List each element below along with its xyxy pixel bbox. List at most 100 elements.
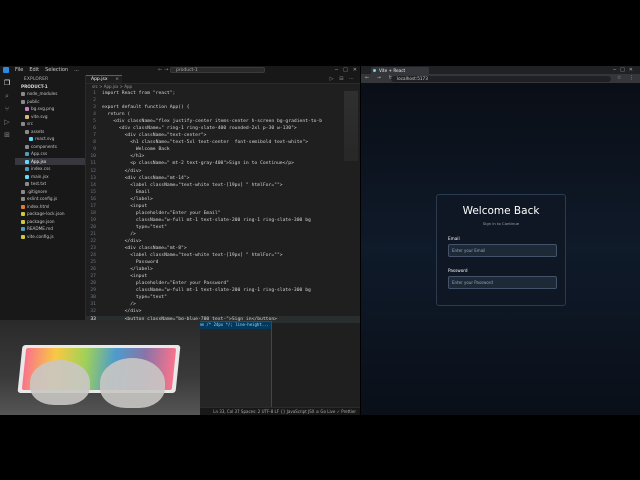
tree-item-label: assets <box>31 128 45 134</box>
browser-tab[interactable]: Vite + React <box>371 67 429 74</box>
file-icon <box>29 137 33 141</box>
browser-menu-icon[interactable]: ☆ ⋮ <box>617 75 637 81</box>
code-line[interactable]: 32 </div> <box>86 308 360 315</box>
file-icon <box>25 107 29 111</box>
code-text: <input <box>102 274 148 280</box>
tree-item[interactable]: eslint.config.js <box>15 195 85 203</box>
tree-item-label: .gitignore <box>27 188 48 194</box>
tree-item[interactable]: src <box>15 120 85 128</box>
maximize-icon[interactable]: □ <box>343 67 348 73</box>
code-line[interactable]: 21 /> <box>86 231 360 238</box>
tree-item[interactable]: assets <box>15 128 85 136</box>
code-line[interactable]: 28 placeholder="Enter your Password" <box>86 280 360 287</box>
code-line[interactable]: 5 <div className="flex justify-center it… <box>86 118 360 125</box>
tree-item[interactable]: node_modules <box>15 90 85 98</box>
tree-item-label: public <box>27 98 40 104</box>
menu-selection[interactable]: Selection <box>45 67 68 73</box>
tree-item[interactable]: main.jsx <box>15 173 85 181</box>
run-debug-icon[interactable]: ▷ <box>3 118 11 126</box>
tree-item[interactable]: App.jsx <box>15 157 85 165</box>
code-line[interactable]: 26 </label> <box>86 266 360 273</box>
code-line[interactable]: 17 <input <box>86 203 360 210</box>
close-icon[interactable]: ✕ <box>353 67 357 73</box>
tree-item[interactable]: public <box>15 98 85 106</box>
code-line[interactable]: 10 </h1> <box>86 153 360 160</box>
code-line[interactable]: 22 </div> <box>86 238 360 245</box>
code-line[interactable]: 11 <p className=" mt-2 text-gray-400">Si… <box>86 160 360 167</box>
code-line[interactable]: 9 Welcome Back <box>86 146 360 153</box>
command-center-search[interactable]: product-1 <box>170 67 265 73</box>
code-line[interactable]: 4 return ( <box>86 111 360 118</box>
code-text: placeholder="Enter your Email" <box>102 210 221 216</box>
file-icon <box>25 159 29 164</box>
line-number: 25 <box>90 260 96 266</box>
project-folder[interactable]: PRODUCT-1 <box>15 83 85 90</box>
browser-window-controls[interactable]: ─□✕ <box>613 67 637 73</box>
line-number: 30 <box>90 295 96 301</box>
code-line[interactable]: 25 Password <box>86 259 360 266</box>
browser-window: Vite + React ─□✕ ← → ↻ localhost:5173 ☆ … <box>360 66 640 415</box>
tree-item[interactable]: index.css <box>15 165 85 173</box>
code-text: <h1 className="text-5xl text-center font… <box>102 140 309 146</box>
code-text: className="w-full mt-1 text-slate-200 ri… <box>102 217 311 223</box>
code-line[interactable]: 20 type="text" <box>86 224 360 231</box>
code-line[interactable]: 1 import React from "react"; <box>86 90 360 97</box>
tree-item[interactable]: vite.svg <box>15 113 85 121</box>
tree-item[interactable]: package.json <box>15 218 85 226</box>
tree-item[interactable]: vite.config.js <box>15 233 85 241</box>
tree-item[interactable]: App.css <box>15 150 85 158</box>
file-icon <box>21 219 25 224</box>
code-line[interactable]: 27 <input <box>86 273 360 280</box>
search-icon[interactable]: ⌕ <box>3 92 11 100</box>
tab-app-jsx[interactable]: App.jsx × <box>86 75 122 83</box>
code-line[interactable]: 2 <box>86 97 360 104</box>
source-control-icon[interactable]: ⑂ <box>3 105 11 113</box>
minimap[interactable] <box>344 91 358 161</box>
code-area[interactable]: 1 import React from "react"; 2 3 export defa… <box>86 90 360 330</box>
tree-item[interactable]: package-lock.json <box>15 210 85 218</box>
menu-file[interactable]: File <box>15 67 23 73</box>
tree-item[interactable]: index.html <box>15 203 85 211</box>
file-icon <box>25 144 29 149</box>
code-line[interactable]: 16 </label> <box>86 196 360 203</box>
tree-item[interactable]: components <box>15 143 85 151</box>
tab-label: App.jsx <box>91 77 108 82</box>
code-line[interactable]: 8 <h1 className="text-5xl text-center fo… <box>86 139 360 146</box>
code-line[interactable]: 19 className="w-full mt-1 text-slate-200… <box>86 217 360 224</box>
line-number: 20 <box>90 224 96 230</box>
nav-arrows-icon[interactable]: ←→ <box>158 67 170 73</box>
file-icon <box>21 92 25 96</box>
code-line[interactable]: 29 className="w-full mt-1 text-slate-200… <box>86 287 360 294</box>
explorer-icon[interactable]: ❐ <box>3 79 11 87</box>
code-text: <div className=" ring-1 ring-slate-400 r… <box>102 126 297 132</box>
address-bar[interactable]: localhost:5173 <box>391 75 611 82</box>
code-line[interactable]: 15 Email <box>86 189 360 196</box>
code-line[interactable]: 6 <div className=" ring-1 ring-slate-400… <box>86 125 360 132</box>
code-line[interactable]: 24 <label className="text-white text-[19… <box>86 252 360 259</box>
file-icon <box>25 174 29 179</box>
tab-close-icon[interactable]: × <box>115 76 119 83</box>
tree-item[interactable]: test.txt <box>15 180 85 188</box>
code-line[interactable]: 31 /> <box>86 301 360 308</box>
code-line[interactable]: 3 export default function App() { <box>86 104 360 111</box>
status-right-items[interactable]: Ln 33, Col 37 Spaces: 2 UTF-8 LF {} Java… <box>213 409 356 414</box>
minimize-icon[interactable]: ─ <box>335 67 338 73</box>
tree-item[interactable]: README.md <box>15 225 85 233</box>
editor-actions-icon[interactable]: ▷ ⊟ ⋯ <box>330 76 356 82</box>
tree-item[interactable]: react.svg <box>15 135 85 143</box>
tree-item[interactable]: bg.svg.png <box>15 105 85 113</box>
code-line[interactable]: 7 <div className="text-center"> <box>86 132 360 139</box>
menu-more[interactable]: ... <box>74 67 79 73</box>
code-line[interactable]: 23 <div className="mt-8"> <box>86 245 360 252</box>
menu-bar: File Edit Selection ... <box>15 67 79 73</box>
code-line[interactable]: 12 </div> <box>86 168 360 175</box>
tree-item[interactable]: .gitignore <box>15 188 85 196</box>
email-input[interactable]: Enter your Email <box>448 244 557 257</box>
extensions-icon[interactable]: ⊞ <box>3 131 11 139</box>
code-line[interactable]: 13 <div className="mt-14"> <box>86 175 360 182</box>
code-line[interactable]: 14 <label className="text-white text-[19… <box>86 182 360 189</box>
code-line[interactable]: 18 placeholder="Enter your Email" <box>86 210 360 217</box>
menu-edit[interactable]: Edit <box>29 67 39 73</box>
password-input[interactable]: Enter your Password <box>448 276 557 289</box>
code-line[interactable]: 30 type="text" <box>86 294 360 301</box>
